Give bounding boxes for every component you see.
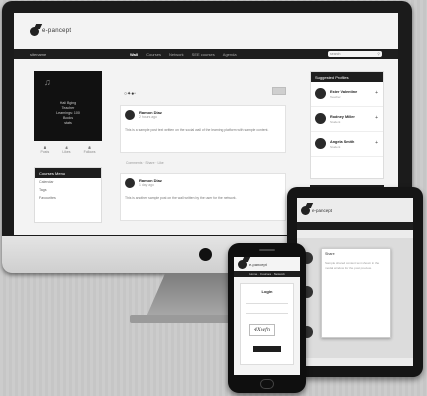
- tablet-content: Share Sample shared content text shown i…: [297, 230, 413, 366]
- desktop-logo-dot: [199, 248, 212, 261]
- sound-icon: ♫: [44, 77, 51, 87]
- suggested-item[interactable]: Rodney Miller Student +: [311, 107, 383, 132]
- suggested-name: Rodney Miller: [330, 115, 355, 119]
- phone-speaker: [259, 249, 275, 251]
- search-icon[interactable]: ⚲: [377, 52, 380, 56]
- phone-navbar[interactable]: Home · Courses · Network: [234, 271, 300, 277]
- avatar: [315, 138, 326, 149]
- avatar[interactable]: [125, 178, 135, 188]
- nav-link-courses[interactable]: Courses: [146, 52, 161, 57]
- add-friend-icon[interactable]: +: [375, 115, 378, 121]
- tablet-device: e-pancept Share Sample shared content te…: [287, 187, 423, 377]
- post-composer: ○✦●▫: [120, 73, 286, 97]
- tablet-logo[interactable]: e-pancept: [297, 198, 413, 222]
- modal-text: Sample shared content text shown in the …: [325, 261, 380, 270]
- stat-likes[interactable]: 4 Likes: [62, 145, 70, 154]
- suggested-sub: Student: [330, 120, 341, 124]
- suggested-name: Angela Smith: [330, 140, 355, 144]
- avatar[interactable]: [125, 110, 135, 120]
- courses-menu-item[interactable]: Tags: [35, 186, 101, 194]
- nav-link-agenda[interactable]: Agenda: [223, 52, 237, 57]
- logo-icon: [301, 205, 310, 215]
- profile-info: Hali Bging Teacher Learnings: 100 Books …: [34, 101, 102, 126]
- profile-line: stats: [64, 121, 72, 125]
- password-field[interactable]: [246, 310, 288, 314]
- logo-icon: [30, 26, 39, 36]
- stat-posts[interactable]: 8 Posts: [41, 145, 50, 154]
- login-title: Login: [261, 289, 273, 294]
- phone-logo-text: e-pancept: [249, 261, 267, 267]
- phone-nav-text: Home · Courses · Network: [249, 272, 285, 276]
- search-input[interactable]: search ⚲: [328, 51, 382, 57]
- suggested-item[interactable]: Angela Smith Student +: [311, 132, 383, 157]
- courses-menu-box: Courses Menu Calendar Tags Favourites: [34, 167, 102, 223]
- nav-link-see-courses[interactable]: SEE courses: [192, 52, 215, 57]
- suggested-profiles: Suggested Profiles Ester Valentine Teach…: [310, 71, 384, 179]
- attachment-icons[interactable]: ○✦●▫: [124, 91, 136, 97]
- home-button[interactable]: [260, 379, 274, 389]
- social-feed: ○✦●▫ Ramon Diaz 2 hours ago This is a sa…: [120, 73, 286, 235]
- profile-card: ♫ Hali Bging Teacher Learnings: 100 Book…: [34, 71, 102, 141]
- nav-link-wall[interactable]: Wall: [130, 52, 138, 57]
- suggested-sub: Student: [330, 145, 341, 149]
- main-navbar: sitename Wall Courses Network SEE course…: [14, 49, 398, 59]
- publish-button[interactable]: [272, 87, 286, 95]
- post-actions[interactable]: Comments · Share · Like: [120, 161, 286, 165]
- captcha-image: 4Xwfn: [249, 324, 275, 336]
- suggested-name: Ester Valentine: [330, 90, 358, 94]
- feed-post: Ramon Diaz 1 day ago This is another sam…: [120, 173, 286, 221]
- site-logo[interactable]: e-pancept: [14, 13, 398, 49]
- phone-logo[interactable]: e-pancept: [234, 257, 300, 271]
- phone-device: e-pancept Home · Courses · Network Login…: [228, 243, 306, 393]
- post-time: 2 hours ago: [139, 115, 157, 119]
- avatar: [315, 113, 326, 124]
- stat-follows[interactable]: 8 Follows: [84, 145, 96, 154]
- add-friend-icon[interactable]: +: [375, 140, 378, 146]
- profile-stats: 8 Posts 4 Likes 8 Follows: [34, 145, 102, 154]
- post-text: This is a sample post text written on th…: [125, 128, 269, 132]
- tablet-logo-text: e-pancept: [312, 207, 333, 213]
- phone-screen: e-pancept Home · Courses · Network Login…: [234, 257, 300, 375]
- share-modal: Share Sample shared content text shown i…: [321, 248, 391, 338]
- suggested-title: Suggested Profiles: [311, 72, 383, 82]
- login-button[interactable]: [253, 346, 281, 352]
- courses-menu-item[interactable]: Calendar: [35, 178, 101, 186]
- logo-icon: [238, 259, 247, 269]
- username-field[interactable]: [246, 300, 288, 304]
- nav-link-network[interactable]: Network: [169, 52, 184, 57]
- tablet-navbar: [297, 222, 413, 230]
- feed-post: Ramon Diaz 2 hours ago This is a sample …: [120, 105, 286, 153]
- nav-links: Wall Courses Network SEE courses Agenda: [130, 52, 328, 57]
- modal-title: Share: [325, 252, 335, 256]
- nav-brand[interactable]: sitename: [30, 52, 130, 57]
- courses-menu-title: Courses Menu: [35, 168, 101, 178]
- avatar: [315, 88, 326, 99]
- courses-menu-item[interactable]: Favourites: [35, 194, 101, 202]
- add-friend-icon[interactable]: +: [375, 90, 378, 96]
- tablet-screen: e-pancept Share Sample shared content te…: [297, 198, 413, 366]
- login-card: Login 4Xwfn: [240, 283, 294, 365]
- search-placeholder: search: [330, 52, 341, 56]
- post-time: 1 day ago: [139, 183, 154, 187]
- post-text: This is another sample post on the wall …: [125, 196, 237, 200]
- suggested-item[interactable]: Ester Valentine Teacher +: [311, 82, 383, 107]
- logo-text: e-pancept: [42, 28, 72, 34]
- suggested-sub: Teacher: [330, 95, 341, 99]
